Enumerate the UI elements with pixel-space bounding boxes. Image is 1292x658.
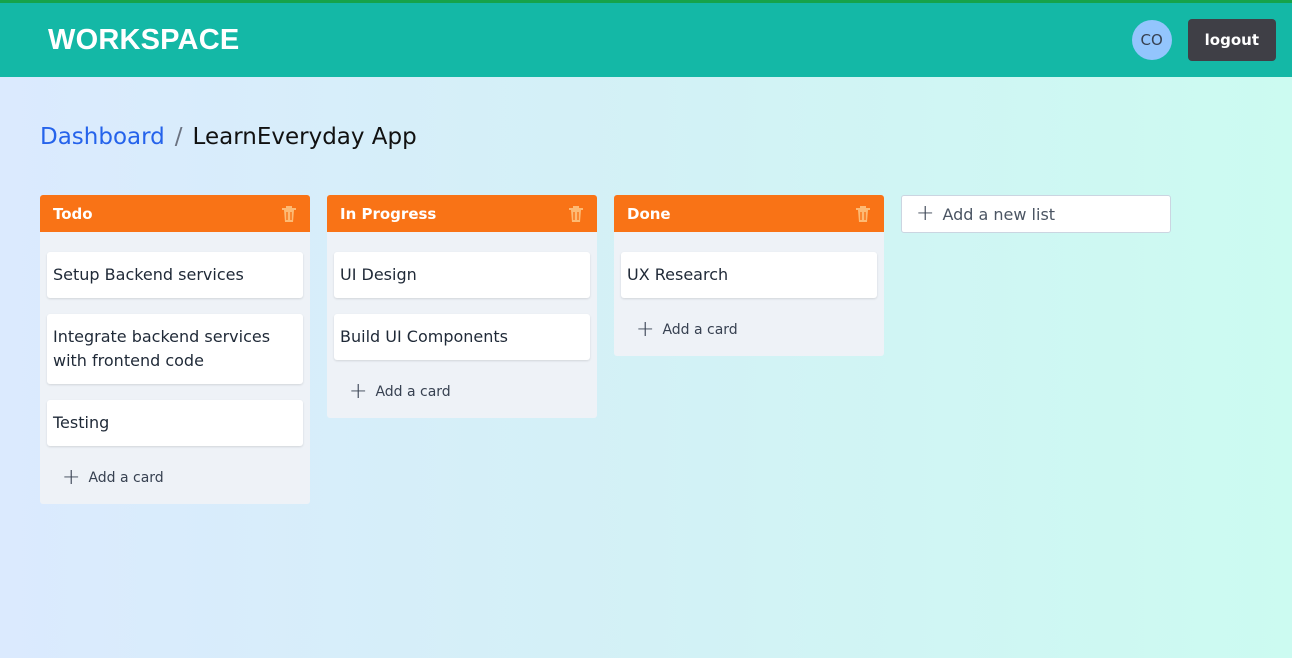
add-card-button[interactable]: + Add a card	[40, 446, 186, 494]
trash-icon[interactable]	[568, 205, 584, 223]
plus-icon: +	[62, 465, 81, 490]
plus-icon: +	[636, 317, 655, 342]
list-done: Done UX Research + Add a card	[614, 195, 884, 356]
trash-icon[interactable]	[855, 205, 871, 223]
plus-icon: +	[349, 379, 368, 404]
list-title[interactable]: In Progress	[340, 205, 436, 223]
header-actions: CO logout	[1131, 19, 1276, 61]
add-card-button[interactable]: + Add a card	[327, 360, 473, 408]
card[interactable]: Testing	[47, 400, 303, 446]
add-card-button[interactable]: + Add a card	[614, 298, 760, 346]
list-title[interactable]: Todo	[53, 205, 93, 223]
list-header: Todo	[40, 195, 310, 232]
logout-button[interactable]: logout	[1187, 19, 1276, 61]
card-list: Setup Backend services Integrate backend…	[40, 232, 310, 446]
card[interactable]: Integrate backend services with frontend…	[47, 314, 303, 384]
add-card-label: Add a card	[375, 384, 451, 400]
app-header: WORKSPACE CO logout	[0, 3, 1292, 77]
list-todo: Todo Setup Backend services Integrate ba…	[40, 195, 310, 504]
page-title: LearnEveryday App	[192, 124, 417, 150]
board: Todo Setup Backend services Integrate ba…	[40, 195, 1171, 504]
card-list: UX Research	[614, 232, 884, 298]
brand-logo[interactable]: WORKSPACE	[48, 24, 239, 57]
add-list-label: Add a new list	[942, 204, 1056, 224]
breadcrumb: Dashboard / LearnEveryday App	[40, 124, 417, 150]
list-title[interactable]: Done	[627, 205, 671, 223]
breadcrumb-separator: /	[174, 124, 183, 150]
trash-icon[interactable]	[281, 205, 297, 223]
card[interactable]: UX Research	[621, 252, 877, 298]
add-card-label: Add a card	[662, 322, 738, 338]
breadcrumb-dashboard-link[interactable]: Dashboard	[40, 124, 165, 150]
plus-icon: +	[916, 201, 935, 226]
card-list: UI Design Build UI Components	[327, 232, 597, 360]
add-list-button[interactable]: + Add a new list	[901, 195, 1171, 233]
list-in-progress: In Progress UI Design Build UI Component…	[327, 195, 597, 418]
card[interactable]: Build UI Components	[334, 314, 590, 360]
add-card-label: Add a card	[88, 470, 164, 486]
list-header: In Progress	[327, 195, 597, 232]
card[interactable]: UI Design	[334, 252, 590, 298]
avatar[interactable]: CO	[1131, 20, 1172, 60]
list-header: Done	[614, 195, 884, 232]
card[interactable]: Setup Backend services	[47, 252, 303, 298]
